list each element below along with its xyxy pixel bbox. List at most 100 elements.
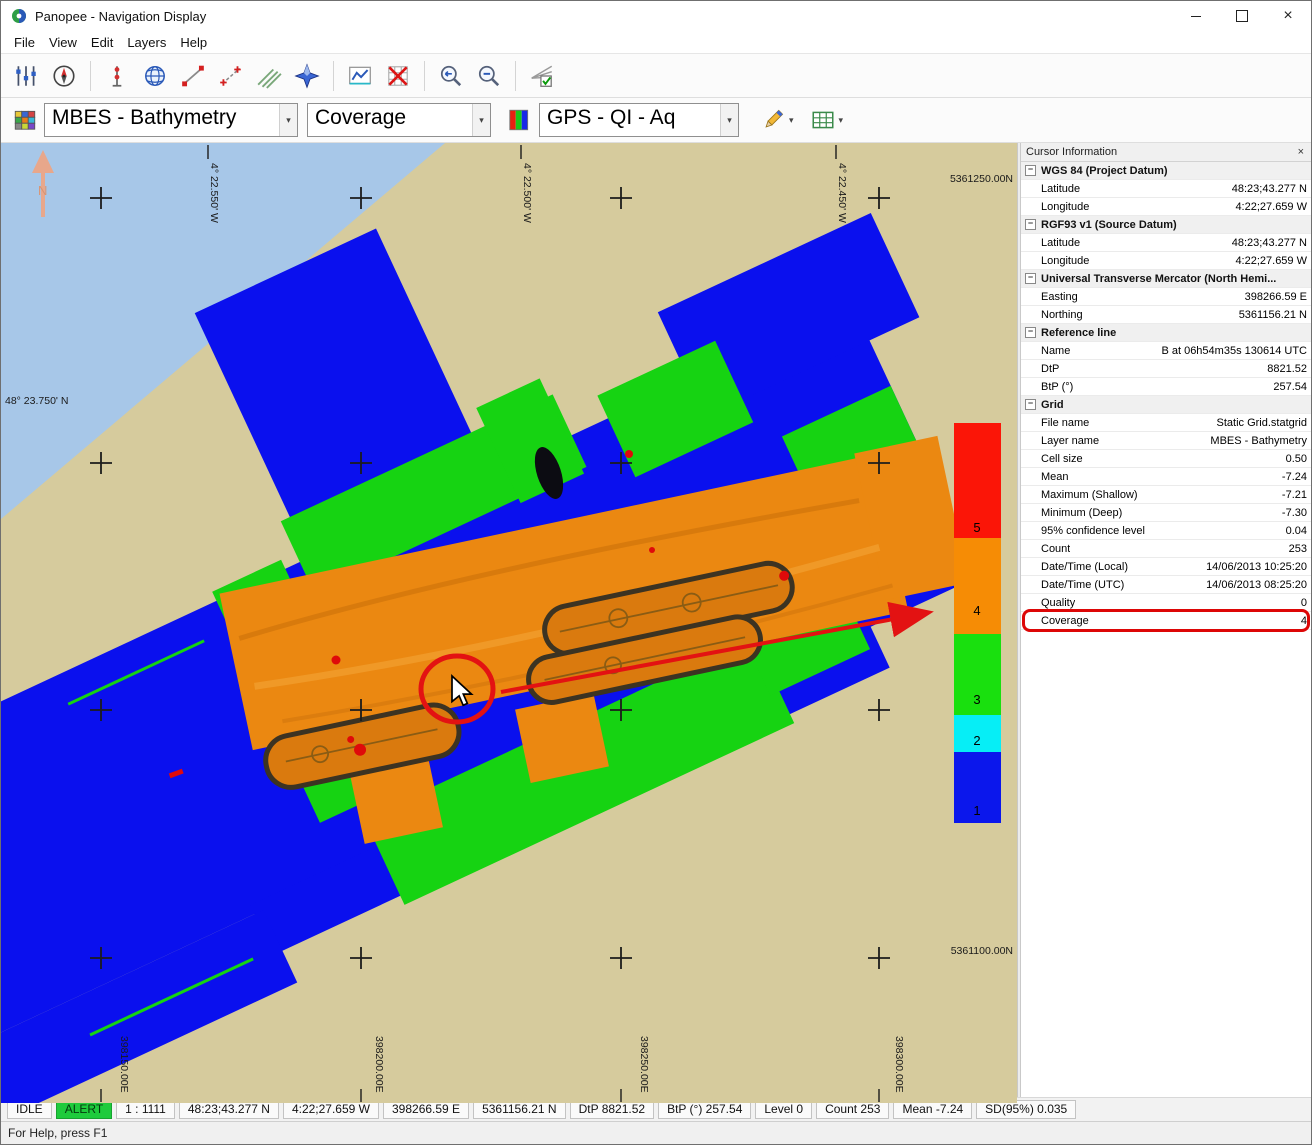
cursor-information-header[interactable]: Cursor Information × (1021, 143, 1311, 162)
colorbar-label: 4 (973, 603, 980, 618)
cursor-info-data-row: Latitude48:23;43.277 N (1021, 234, 1311, 252)
chevron-down-icon[interactable]: ▾ (472, 104, 490, 136)
collapse-icon[interactable]: − (1025, 327, 1036, 338)
gps-quality-combobox[interactable]: GPS - QI - Aq ▾ (539, 103, 739, 137)
menu-file[interactable]: File (7, 33, 42, 52)
contour-lines-button[interactable] (251, 58, 287, 94)
minimize-button[interactable] (1173, 1, 1219, 31)
menu-bar: File View Edit Layers Help (1, 31, 1311, 54)
cursor-info-data-row: 95% confidence level0.04 (1021, 522, 1311, 540)
field-label: Cell size (1021, 453, 1083, 465)
annotation-pencil-button[interactable]: ▾ (756, 102, 798, 138)
chevron-down-icon: ▾ (789, 115, 794, 126)
profile-chart-button[interactable] (342, 58, 378, 94)
field-value: -7.30 (1282, 507, 1307, 519)
field-label: Mean (1021, 471, 1069, 483)
delete-grid-button[interactable] (380, 58, 416, 94)
field-label: Layer name (1021, 435, 1099, 447)
field-label: Date/Time (UTC) (1021, 579, 1124, 591)
chevron-down-icon[interactable]: ▾ (279, 104, 297, 136)
field-label: Latitude (1021, 183, 1080, 195)
colorbar: 5 4 3 2 1 (954, 423, 1001, 823)
field-value: 0.04 (1286, 525, 1307, 537)
cursor-info-data-row: Latitude 48:23;43.277 N (1021, 180, 1311, 198)
projection-button[interactable] (137, 58, 173, 94)
collapse-icon[interactable]: − (1025, 273, 1036, 284)
field-value: -7.21 (1282, 489, 1307, 501)
colorbar-segment (954, 538, 1001, 634)
field-value: 48:23;43.277 N (1232, 183, 1307, 195)
toolbar-separator (90, 61, 91, 91)
survey-pole-icon (104, 63, 130, 89)
panel-close-icon[interactable]: × (1296, 146, 1306, 158)
layers-button[interactable] (7, 102, 43, 138)
color-scale-button[interactable] (501, 102, 537, 138)
field-label: Date/Time (Local) (1021, 561, 1128, 573)
easting-label: 398300.00E (893, 1036, 905, 1093)
grid-display-button[interactable]: ▾ (806, 102, 848, 138)
cursor-info-group-row[interactable]: −WGS 84 (Project Datum) (1021, 162, 1311, 180)
display-mode-value: Coverage (308, 104, 472, 136)
collapse-icon[interactable]: − (1025, 219, 1036, 230)
help-bar: For Help, press F1 (1, 1121, 1311, 1144)
add-line-button[interactable] (213, 58, 249, 94)
survey-pole-button[interactable] (99, 58, 135, 94)
cursor-info-group-row[interactable]: −Grid (1021, 396, 1311, 414)
field-label: Minimum (Deep) (1021, 507, 1122, 519)
window-title: Panopee - Navigation Display (35, 9, 206, 24)
pencil-icon (760, 107, 786, 133)
profile-chart-icon (347, 63, 373, 89)
cursor-info-data-row: Coverage4 (1021, 612, 1311, 630)
close-icon: × (1283, 7, 1292, 25)
northing-label: 5361250.00N (950, 173, 1013, 185)
cursor-info-group-row[interactable]: −Reference line (1021, 324, 1311, 342)
zoom-out-button[interactable] (471, 58, 507, 94)
display-mode-combobox[interactable]: Coverage ▾ (307, 103, 491, 137)
qc-settings-button[interactable] (524, 58, 560, 94)
group-label: Grid (1041, 399, 1064, 411)
compass-button[interactable] (46, 58, 82, 94)
collapse-icon[interactable]: − (1025, 165, 1036, 176)
menu-view[interactable]: View (42, 33, 84, 52)
globe-icon (142, 63, 168, 89)
layer-combobox[interactable]: MBES - Bathymetry ▾ (44, 103, 298, 137)
field-value: -7.24 (1282, 471, 1307, 483)
field-value: B at 06h54m35s 130614 UTC (1161, 345, 1307, 357)
cursor-info-group-row[interactable]: −Universal Transverse Mercator (North He… (1021, 270, 1311, 288)
field-label: Quality (1021, 597, 1075, 609)
colorbar-label: 3 (973, 692, 980, 707)
collapse-icon[interactable]: − (1025, 399, 1036, 410)
compass-rose-button[interactable] (289, 58, 325, 94)
chevron-down-icon[interactable]: ▾ (720, 104, 738, 136)
field-value: 14/06/2013 08:25:20 (1206, 579, 1307, 591)
display-settings-button[interactable] (8, 58, 44, 94)
field-value: MBES - Bathymetry (1210, 435, 1307, 447)
cursor-info-data-row: Date/Time (Local)14/06/2013 10:25:20 (1021, 558, 1311, 576)
cursor-info-data-row: NameB at 06h54m35s 130614 UTC (1021, 342, 1311, 360)
toolbar-separator (515, 61, 516, 91)
layer-combobox-value: MBES - Bathymetry (45, 104, 279, 136)
contour-lines-icon (256, 63, 282, 89)
cursor-info-data-row: Cell size 0.50 (1021, 450, 1311, 468)
field-value: 0.50 (1286, 453, 1307, 465)
easting-label: 398200.00E (373, 1036, 385, 1093)
field-label: Coverage (1021, 615, 1089, 627)
zoom-previous-button[interactable] (433, 58, 469, 94)
group-label: RGF93 v1 (Source Datum) (1041, 219, 1177, 231)
field-value: 4:22;27.659 W (1235, 201, 1307, 213)
field-value: 5361156.21 N (1239, 309, 1307, 321)
maximize-button[interactable] (1219, 1, 1265, 31)
zoom-previous-icon (438, 63, 464, 89)
title-bar[interactable]: Panopee - Navigation Display × (1, 1, 1311, 31)
line-tool-button[interactable] (175, 58, 211, 94)
menu-edit[interactable]: Edit (84, 33, 120, 52)
field-label: Latitude (1021, 237, 1080, 249)
menu-help[interactable]: Help (173, 33, 214, 52)
cursor-info-group-row[interactable]: −RGF93 v1 (Source Datum) (1021, 216, 1311, 234)
field-label: Maximum (Shallow) (1021, 489, 1138, 501)
easting-label: 398250.00E (638, 1036, 650, 1093)
close-button[interactable]: × (1265, 1, 1311, 31)
field-label: Longitude (1021, 201, 1089, 213)
menu-layers[interactable]: Layers (120, 33, 173, 52)
map-canvas[interactable]: 4° 22.550' W 4° 22.500' W 4° 22.450' W 3… (1, 143, 1017, 1103)
